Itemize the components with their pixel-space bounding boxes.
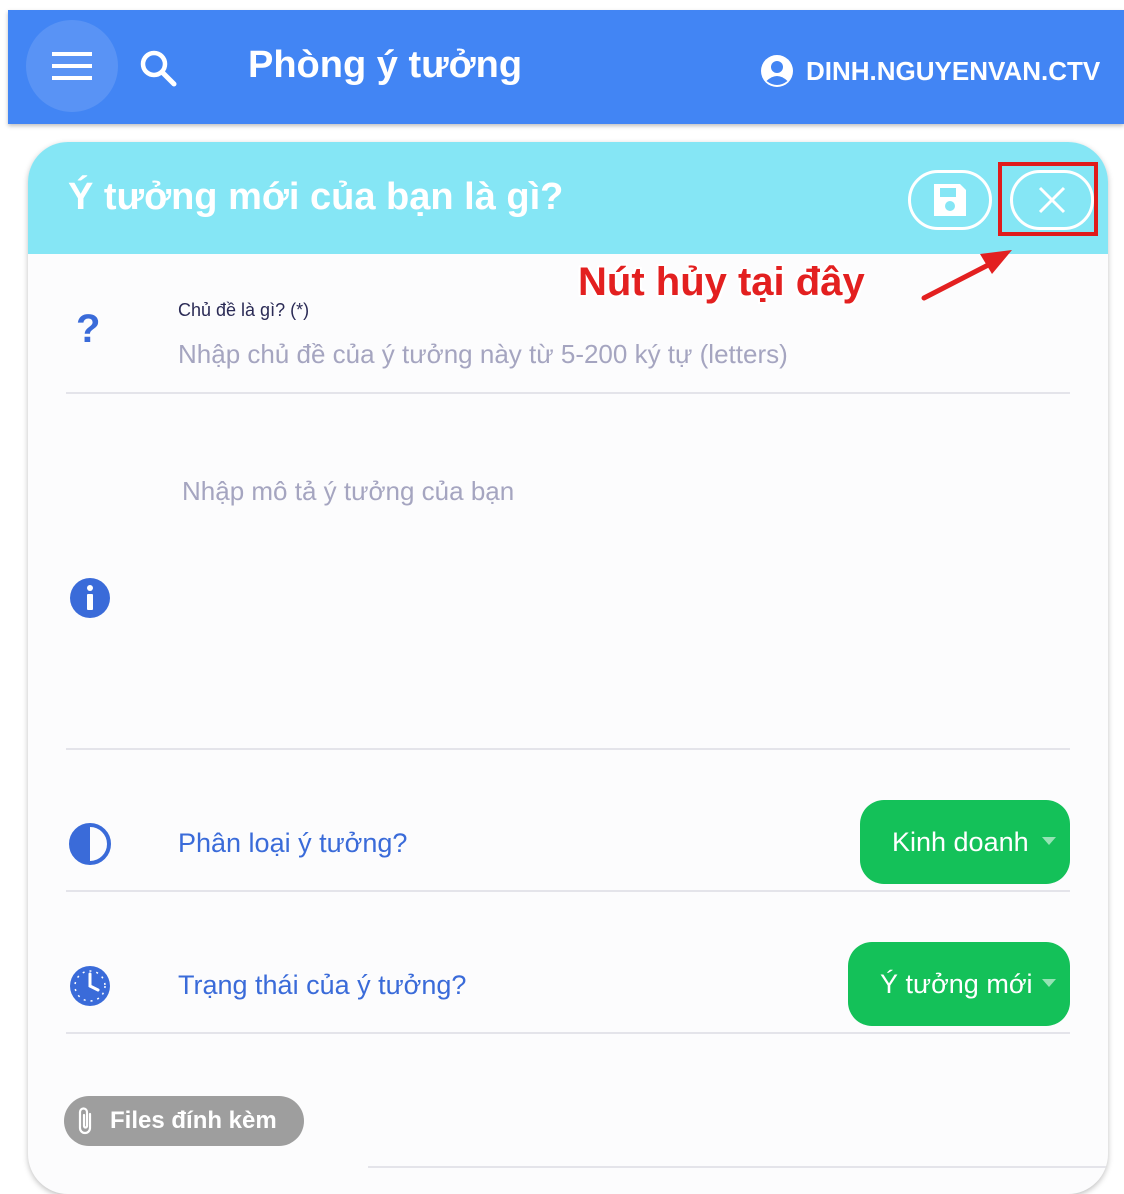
- user-account-button[interactable]: DINH.NGUYENVAN.CTV: [760, 54, 1124, 88]
- clock-icon: [70, 966, 110, 1006]
- subject-input[interactable]: [174, 334, 1062, 374]
- save-button[interactable]: [908, 170, 992, 230]
- attachments-button[interactable]: Files đính kèm: [64, 1096, 304, 1146]
- category-selected-value: Kinh doanh: [892, 826, 1029, 857]
- annotation-label: Nút hủy tại đây: [578, 260, 865, 304]
- category-select[interactable]: Kinh doanh: [860, 800, 1070, 884]
- description-input[interactable]: [178, 472, 1066, 740]
- subject-label: Chủ đề là gì? (*): [178, 300, 310, 320]
- card-title: Ý tưởng mới của bạn là gì?: [68, 176, 564, 218]
- card-header: Ý tưởng mới của bạn là gì?: [28, 142, 1108, 254]
- menu-icon: [52, 52, 92, 80]
- divider: [66, 748, 1070, 750]
- close-button-highlight: [998, 162, 1098, 236]
- divider: [368, 1166, 1108, 1168]
- svg-text:?: ?: [76, 307, 100, 350]
- annotation-arrow-icon: [921, 250, 1012, 301]
- chevron-down-icon: [1042, 979, 1056, 987]
- divider: [66, 1032, 1070, 1034]
- info-icon: [70, 578, 110, 618]
- attachments-label: Files đính kèm: [110, 1107, 277, 1134]
- search-icon: [140, 50, 177, 87]
- user-name: DINH.NGUYENVAN.CTV: [806, 55, 1101, 86]
- half-circle-icon: [69, 823, 111, 865]
- paperclip-icon: [78, 1107, 92, 1135]
- app-bar: Phòng ý tưởng DINH.NGUYENVAN.CTV: [8, 10, 1124, 124]
- status-label: Trạng thái của ý tưởng?: [178, 970, 467, 1000]
- floppy-disk-icon: [934, 184, 966, 216]
- status-selected-value: Ý tưởng mới: [880, 968, 1033, 999]
- status-select[interactable]: Ý tưởng mới: [848, 942, 1070, 1026]
- question-mark-icon: ?: [76, 307, 100, 350]
- chevron-down-icon: [1042, 837, 1056, 845]
- category-label: Phân loại ý tưởng?: [178, 828, 408, 858]
- account-circle-icon: [761, 55, 793, 87]
- search-button[interactable]: [136, 46, 180, 90]
- new-idea-card: Ý tưởng mới của bạn là gì? Nút hủy tại đ…: [28, 142, 1108, 1194]
- divider: [66, 890, 1070, 892]
- app-title: Phòng ý tưởng: [248, 44, 523, 86]
- divider: [66, 392, 1070, 394]
- menu-button[interactable]: [26, 20, 118, 112]
